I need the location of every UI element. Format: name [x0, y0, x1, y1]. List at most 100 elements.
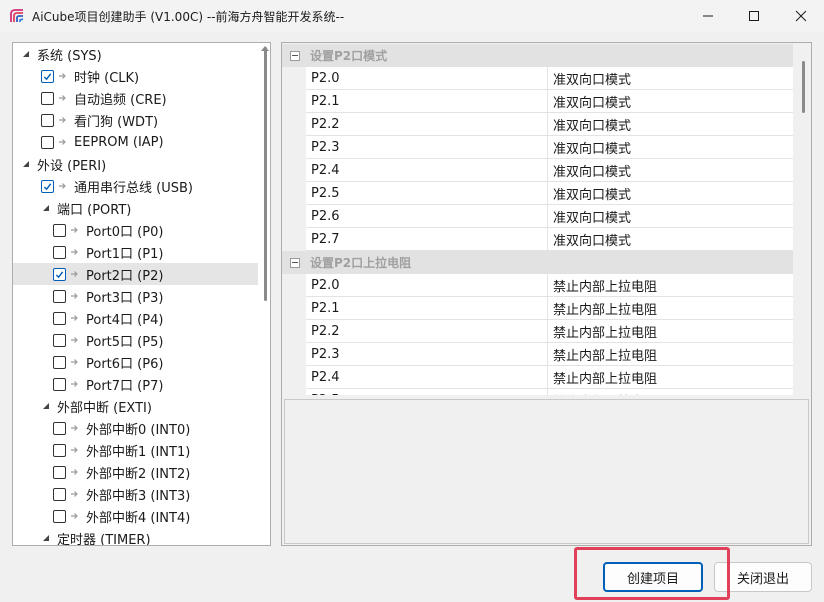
- tree-item[interactable]: 外部中断2 (INT2): [13, 461, 258, 483]
- grid-property-row[interactable]: P2.0 准双向口模式: [306, 67, 793, 90]
- tree-checkbox[interactable]: [53, 267, 66, 281]
- property-value[interactable]: 准双向口模式: [548, 159, 793, 181]
- property-value[interactable]: 准双向口模式: [548, 205, 793, 227]
- create-project-button[interactable]: 创建项目: [603, 562, 703, 592]
- tree-item[interactable]: 时钟 (CLK): [13, 65, 258, 87]
- grid-property-row[interactable]: P2.5 准双向口模式: [306, 182, 793, 205]
- expand-triangle-icon[interactable]: [21, 159, 31, 169]
- tree-checkbox[interactable]: [53, 465, 66, 479]
- tree-checkbox[interactable]: [53, 421, 66, 435]
- tree-checkbox[interactable]: [41, 113, 54, 127]
- module-tree[interactable]: 系统 (SYS) 时钟 (CLK) 自动追频 (CRE) 看门狗 (WDT) EEPRO…: [12, 42, 271, 546]
- tree-item[interactable]: Port0口 (P0): [13, 219, 258, 241]
- tree-item[interactable]: Port1口 (P1): [13, 241, 258, 263]
- tree-item[interactable]: 系统 (SYS): [13, 43, 258, 65]
- tree-item[interactable]: Port3口 (P3): [13, 285, 258, 307]
- close-button[interactable]: [778, 0, 824, 32]
- tree-item[interactable]: Port4口 (P4): [13, 307, 258, 329]
- expand-triangle-icon[interactable]: [41, 401, 51, 411]
- tree-item-label: 外部中断0 (INT0): [86, 422, 191, 438]
- minimize-button[interactable]: [685, 0, 731, 32]
- tree-item[interactable]: 外部中断3 (INT3): [13, 483, 258, 505]
- tree-checkbox[interactable]: [53, 289, 66, 303]
- arrow-right-icon: [58, 115, 68, 125]
- property-value[interactable]: 禁止内部上拉电阻: [548, 320, 793, 342]
- grid-property-row[interactable]: P2.3 准双向口模式: [306, 136, 793, 159]
- property-value[interactable]: 准双向口模式: [548, 67, 793, 89]
- arrow-right-icon: [70, 269, 80, 279]
- tree-item[interactable]: Port7口 (P7): [13, 373, 258, 395]
- close-exit-button[interactable]: 关闭退出: [714, 562, 812, 592]
- expand-triangle-icon[interactable]: [21, 49, 31, 59]
- tree-item-label: Port6口 (P6): [86, 356, 164, 372]
- maximize-button[interactable]: [731, 0, 777, 32]
- tree-scrollbar[interactable]: [264, 47, 267, 301]
- property-value[interactable]: 准双向口模式: [548, 113, 793, 135]
- grid-property-row[interactable]: P2.7 准双向口模式: [306, 228, 793, 251]
- grid-category[interactable]: 设置P2口模式: [282, 44, 793, 67]
- grid-property-row[interactable]: P2.2 禁止内部上拉电阻: [306, 320, 793, 343]
- grid-property-row[interactable]: P2.0 禁止内部上拉电阻: [306, 274, 793, 297]
- tree-item-label: 外部中断 (EXTI): [57, 400, 152, 416]
- grid-property-row[interactable]: P2.4 准双向口模式: [306, 159, 793, 182]
- tree-item[interactable]: 定时器 (TIMER): [13, 527, 258, 545]
- tree-item[interactable]: 端口 (PORT): [13, 197, 258, 219]
- collapse-icon[interactable]: [290, 257, 300, 268]
- property-value[interactable]: 禁止内部上拉电阻: [548, 389, 793, 396]
- tree-checkbox[interactable]: [53, 509, 66, 523]
- tree-checkbox[interactable]: [41, 135, 54, 149]
- grid-property-row[interactable]: P2.1 禁止内部上拉电阻: [306, 297, 793, 320]
- tree-item[interactable]: 外部中断4 (INT4): [13, 505, 258, 527]
- tree-item[interactable]: 通用串行总线 (USB): [13, 175, 258, 197]
- tree-item[interactable]: 外设 (PERI): [13, 153, 258, 175]
- arrow-right-icon: [70, 357, 80, 367]
- tree-checkbox[interactable]: [53, 377, 66, 391]
- tree-checkbox[interactable]: [53, 443, 66, 457]
- tree-checkbox[interactable]: [53, 311, 66, 325]
- property-value[interactable]: 准双向口模式: [548, 90, 793, 112]
- tree-checkbox[interactable]: [53, 223, 66, 237]
- tree-checkbox[interactable]: [53, 355, 66, 369]
- tree-item[interactable]: Port2口 (P2): [13, 263, 258, 285]
- grid-property-row[interactable]: P2.3 禁止内部上拉电阻: [306, 343, 793, 366]
- expand-triangle-icon[interactable]: [41, 203, 51, 213]
- tree-item[interactable]: 外部中断1 (INT1): [13, 439, 258, 461]
- grid-property-row[interactable]: P2.2 准双向口模式: [306, 113, 793, 136]
- property-name: P2.4: [306, 366, 548, 388]
- property-value[interactable]: 准双向口模式: [548, 228, 793, 250]
- tree-checkbox[interactable]: [53, 333, 66, 347]
- tree-checkbox[interactable]: [53, 245, 66, 259]
- property-value[interactable]: 准双向口模式: [548, 136, 793, 158]
- tree-item[interactable]: 自动追频 (CRE): [13, 87, 258, 109]
- expand-triangle-icon[interactable]: [41, 533, 51, 543]
- property-value[interactable]: 禁止内部上拉电阻: [548, 366, 793, 388]
- tree-item[interactable]: 外部中断 (EXTI): [13, 395, 258, 417]
- tree-checkbox[interactable]: [53, 487, 66, 501]
- grid-property-row[interactable]: P2.5禁止内部上拉电阻: [306, 389, 793, 395]
- close-icon: [795, 10, 807, 22]
- tree-item[interactable]: Port6口 (P6): [13, 351, 258, 373]
- grid-property-row[interactable]: P2.4 禁止内部上拉电阻: [306, 366, 793, 389]
- property-value[interactable]: 准双向口模式: [548, 182, 793, 204]
- tree-checkbox[interactable]: [41, 69, 54, 83]
- tree-item-label: Port5口 (P5): [86, 334, 164, 350]
- property-name: P2.1: [306, 297, 548, 319]
- tree-item[interactable]: EEPROM (IAP): [13, 131, 258, 153]
- grid-scrollbar[interactable]: [802, 61, 805, 113]
- property-name: P2.3: [306, 136, 548, 158]
- tree-item-label: 外部中断1 (INT1): [86, 444, 191, 460]
- property-grid[interactable]: 设置P2口模式 P2.0 准双向口模式 P2.1 准双向口模式 P2.2 准双向口模式 P2.…: [281, 42, 812, 546]
- tree-checkbox[interactable]: [41, 91, 54, 105]
- tree-item[interactable]: 外部中断0 (INT0): [13, 417, 258, 439]
- tree-checkbox[interactable]: [41, 179, 54, 193]
- tree-item-label: 通用串行总线 (USB): [74, 180, 193, 196]
- property-value[interactable]: 禁止内部上拉电阻: [548, 343, 793, 365]
- property-value[interactable]: 禁止内部上拉电阻: [548, 297, 793, 319]
- grid-property-row[interactable]: P2.1 准双向口模式: [306, 90, 793, 113]
- tree-item[interactable]: Port5口 (P5): [13, 329, 258, 351]
- grid-category[interactable]: 设置P2口上拉电阻: [282, 251, 793, 274]
- grid-property-row[interactable]: P2.6 准双向口模式: [306, 205, 793, 228]
- property-value[interactable]: 禁止内部上拉电阻: [548, 274, 793, 296]
- collapse-icon[interactable]: [290, 50, 300, 61]
- tree-item[interactable]: 看门狗 (WDT): [13, 109, 258, 131]
